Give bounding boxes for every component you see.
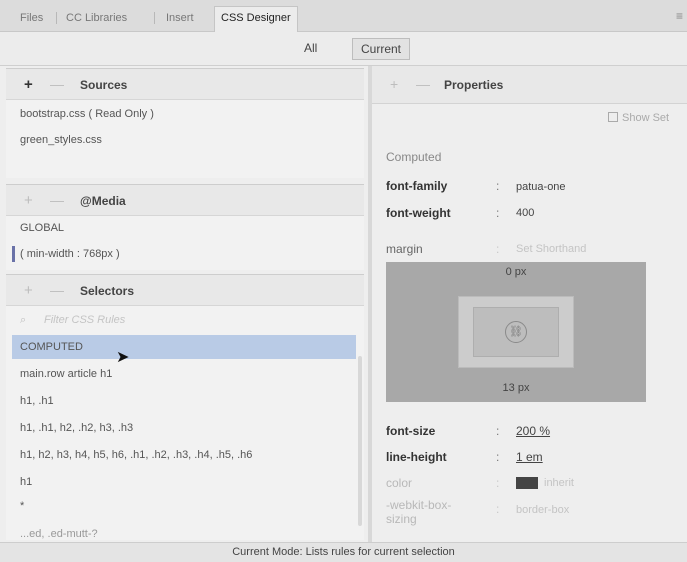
selector-item[interactable]: h1, .h1 [20, 395, 54, 407]
selector-item[interactable]: main.row article h1 [20, 368, 112, 380]
properties-header: + — Properties [372, 66, 687, 104]
media-title: @Media [80, 194, 126, 208]
media-list: GLOBAL ( min-width : 768px ) [6, 216, 364, 270]
show-set-label: Show Set [622, 112, 670, 124]
property-name: color [386, 476, 413, 490]
add-property-icon[interactable]: + [390, 76, 398, 92]
property-value[interactable]: 400 [516, 207, 534, 219]
margin-shorthand-field[interactable]: Set Shorthand [516, 243, 586, 255]
selector-item[interactable]: * [20, 500, 24, 512]
left-column: + — Sources bootstrap.css ( Read Only ) … [6, 68, 366, 540]
panel-tab-bar: Files CC Libraries Insert CSS Designer ≡ [0, 0, 687, 32]
all-mode-button[interactable]: All [296, 38, 325, 60]
tab-files[interactable]: Files [14, 8, 49, 30]
property-name: -webkit-box-sizing [386, 498, 452, 526]
tab-separator [56, 12, 57, 24]
colon: : [496, 179, 500, 193]
properties-title: Properties [444, 78, 504, 92]
property-name: font-size [386, 424, 436, 438]
sources-title: Sources [80, 78, 128, 92]
property-value[interactable]: inherit [544, 477, 574, 489]
property-name: margin [386, 242, 423, 256]
selectors-header: + — Selectors [6, 274, 364, 306]
selectors-list: ⌕ Filter CSS Rules COMPUTED main.row art… [6, 306, 364, 540]
media-header: + — @Media [6, 184, 364, 216]
search-icon: ⌕ [20, 314, 27, 326]
media-item-min-width[interactable]: ( min-width : 768px ) [20, 248, 120, 260]
colon: : [496, 206, 500, 220]
sources-header: + — Sources [6, 68, 364, 100]
tab-insert[interactable]: Insert [160, 8, 200, 30]
content-box: ⛓ [473, 307, 559, 357]
property-name: line-height [386, 450, 447, 464]
media-indicator-bar [12, 246, 15, 262]
property-value[interactable]: 1 em [516, 450, 543, 464]
selector-item[interactable]: h1, h2, h3, h4, h5, h6, .h1, .h2, .h3, .… [20, 449, 252, 461]
margin-top-value[interactable]: 0 px [386, 266, 646, 278]
source-item-bootstrap[interactable]: bootstrap.css ( Read Only ) [20, 108, 154, 120]
properties-pane: + — Properties Show Set Computed font-fa… [372, 66, 687, 542]
margin-box-model: 0 px ⛓ 13 px [386, 262, 646, 402]
padding-box: ⛓ [458, 296, 574, 368]
show-set-checkbox[interactable]: Show Set [608, 112, 669, 124]
selector-item[interactable]: h1 [20, 476, 32, 488]
status-bar: Current Mode: Lists rules for current se… [0, 542, 687, 562]
selector-item-computed[interactable]: COMPUTED [20, 341, 83, 353]
property-value[interactable]: border-box [516, 504, 569, 516]
add-selector-icon[interactable]: + [24, 282, 33, 299]
property-value[interactable]: patua-one [516, 181, 566, 193]
colon: : [496, 476, 500, 490]
colon: : [496, 242, 500, 256]
computed-label: Computed [386, 150, 442, 164]
selector-item[interactable]: ...ed, .ed-mutt-? [20, 528, 98, 540]
tab-css-designer[interactable]: CSS Designer [214, 6, 298, 32]
property-name: font-weight [386, 206, 451, 220]
remove-media-icon[interactable]: — [50, 192, 64, 208]
remove-source-icon[interactable]: — [50, 76, 64, 92]
selector-item[interactable]: h1, .h1, h2, .h2, h3, .h3 [20, 422, 133, 434]
colon: : [496, 502, 500, 516]
tab-cc-libraries[interactable]: CC Libraries [60, 8, 133, 30]
remove-property-icon[interactable]: — [416, 76, 430, 92]
source-item-green-styles[interactable]: green_styles.css [20, 134, 102, 146]
property-name: font-family [386, 179, 448, 193]
checkbox-icon[interactable] [608, 112, 618, 122]
margin-bottom-value[interactable]: 13 px [386, 382, 646, 394]
remove-selector-icon[interactable]: — [50, 282, 64, 298]
add-media-icon[interactable]: + [24, 192, 33, 209]
mode-toggle-bar: All Current [0, 32, 687, 66]
current-mode-button[interactable]: Current [352, 38, 411, 60]
sources-list: bootstrap.css ( Read Only ) green_styles… [6, 100, 364, 178]
link-icon[interactable]: ⛓ [505, 321, 527, 343]
filter-css-rules-input[interactable]: Filter CSS Rules [44, 314, 125, 326]
hamburger-menu-icon[interactable]: ≡ [676, 9, 683, 23]
mouse-pointer-icon: ➤ [116, 349, 130, 366]
selectors-scrollbar[interactable] [358, 356, 362, 526]
color-swatch[interactable] [516, 477, 538, 489]
selectors-title: Selectors [80, 284, 135, 298]
add-source-icon[interactable]: + [24, 76, 33, 93]
media-item-global[interactable]: GLOBAL [20, 222, 64, 234]
tab-separator [154, 12, 155, 24]
colon: : [496, 424, 500, 438]
property-value[interactable]: 200 % [516, 424, 550, 438]
colon: : [496, 450, 500, 464]
